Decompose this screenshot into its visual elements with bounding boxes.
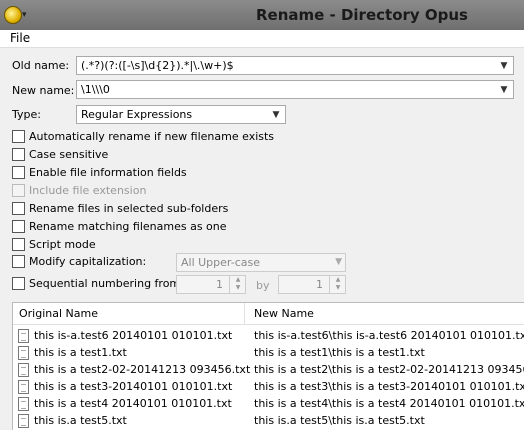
- option-label: Case sensitive: [29, 148, 109, 161]
- column-original-name[interactable]: Original Name: [19, 307, 98, 320]
- original-name: this is a test2-02-20141213 093456.txt: [34, 363, 251, 376]
- chevron-down-icon: ▼: [335, 257, 342, 267]
- checkbox: [12, 184, 25, 197]
- old-name-field[interactable]: (.*?)(?:([-\s]\d{2}).*|\.\w+)$ ▼: [76, 56, 514, 75]
- by-label: by: [256, 279, 270, 292]
- stepper-up-icon: ▲: [335, 276, 341, 283]
- option-label: Include file extension: [29, 184, 147, 197]
- original-name: this is.a test5.txt: [34, 414, 127, 427]
- type-select[interactable]: Regular Expressions ▼: [76, 105, 286, 124]
- text-file-icon: [18, 329, 29, 343]
- type-label: Type:: [12, 108, 41, 121]
- original-name: this is a test3-20140101 010101.txt: [34, 380, 233, 393]
- stepper-up-icon: ▲: [235, 276, 241, 283]
- checkbox[interactable]: [12, 148, 25, 161]
- new-name: this is a test1\this is a test1.txt: [254, 346, 425, 359]
- capitalization-select: All Upper-case ▼: [176, 253, 346, 272]
- checkbox[interactable]: [12, 130, 25, 143]
- checkbox[interactable]: [12, 220, 25, 233]
- menu-bar: File: [0, 30, 524, 48]
- table-row[interactable]: this is a test2-02-20141213 093456.txt t…: [13, 362, 524, 379]
- column-new-name[interactable]: New Name: [254, 307, 314, 320]
- type-value: Regular Expressions: [81, 108, 193, 121]
- new-name-label: New name:: [12, 84, 75, 97]
- title-bar: ▾ Rename - Directory Opus: [0, 0, 524, 30]
- numbering-by-value: 1: [316, 278, 323, 291]
- original-name: this is a test1.txt: [34, 346, 127, 359]
- checkbox[interactable]: [12, 255, 25, 268]
- new-name-field[interactable]: \1\\\0 ▼: [76, 80, 514, 99]
- option-label: Sequential numbering from: [29, 277, 181, 290]
- menu-file[interactable]: File: [10, 31, 30, 45]
- checkbox[interactable]: [12, 202, 25, 215]
- chevron-down-icon[interactable]: ▼: [270, 108, 282, 122]
- checkbox[interactable]: [12, 238, 25, 251]
- stepper-down-icon: ▼: [335, 284, 341, 291]
- checkbox[interactable]: [12, 166, 25, 179]
- table-row[interactable]: this is-a.test6 20140101 010101.txt this…: [13, 328, 524, 345]
- new-name: this is a test4\this is a test4 20140101…: [254, 397, 524, 410]
- capitalization-value: All Upper-case: [181, 256, 260, 269]
- numbering-by-stepper: 1 ▲ ▼: [278, 275, 346, 294]
- numbering-from-stepper: 1 ▲ ▼: [176, 275, 246, 294]
- window-title: Rename - Directory Opus: [255, 6, 468, 24]
- numbering-from-value: 1: [216, 278, 223, 291]
- option-label: Rename files in selected sub-folders: [29, 202, 229, 215]
- old-name-label: Old name:: [12, 59, 70, 72]
- new-name: this is a test2\this is a test2-02-20141…: [254, 363, 524, 376]
- new-name-value: \1\\\0: [81, 83, 110, 96]
- option-label: Modify capitalization:: [29, 255, 147, 268]
- option-label: Enable file information fields: [29, 166, 187, 179]
- text-file-icon: [18, 346, 29, 360]
- text-file-icon: [18, 397, 29, 411]
- new-name: this is-a.test6\this is-a.test6 20140101…: [254, 329, 524, 342]
- table-row[interactable]: this is a test1.txt this is a test1\this…: [13, 345, 524, 362]
- stepper-buttons: ▲ ▼: [229, 276, 245, 293]
- option-label: Automatically rename if new filename exi…: [29, 130, 275, 143]
- table-row[interactable]: this is a test4 20140101 010101.txt this…: [13, 396, 524, 413]
- table-row[interactable]: this is a test3-20140101 010101.txt this…: [13, 379, 524, 396]
- checkbox[interactable]: [12, 277, 25, 290]
- text-file-icon: [18, 363, 29, 377]
- chevron-down-icon[interactable]: ▼: [498, 83, 510, 97]
- text-file-icon: [18, 414, 29, 428]
- original-name: this is-a.test6 20140101 010101.txt: [34, 329, 233, 342]
- chevron-down-icon[interactable]: ▼: [498, 59, 510, 73]
- list-header: Original Name New Name: [13, 303, 524, 325]
- new-name: this is a test3\this is a test3-20140101…: [254, 380, 524, 393]
- option-label: Script mode: [29, 238, 96, 251]
- original-name: this is a test4 20140101 010101.txt: [34, 397, 232, 410]
- old-name-value: (.*?)(?:([-\s]\d{2}).*|\.\w+)$: [81, 59, 234, 72]
- option-label: Rename matching filenames as one: [29, 220, 227, 233]
- stepper-down-icon: ▼: [235, 284, 241, 291]
- stepper-buttons: ▲ ▼: [329, 276, 345, 293]
- text-file-icon: [18, 380, 29, 394]
- preview-list[interactable]: Original Name New Name this is-a.test6 2…: [12, 302, 524, 430]
- column-divider[interactable]: [244, 303, 245, 325]
- table-row[interactable]: this is.a test5.txt this is.a test5\this…: [13, 413, 524, 430]
- new-name: this is.a test5\this is.a test5.txt: [254, 414, 425, 427]
